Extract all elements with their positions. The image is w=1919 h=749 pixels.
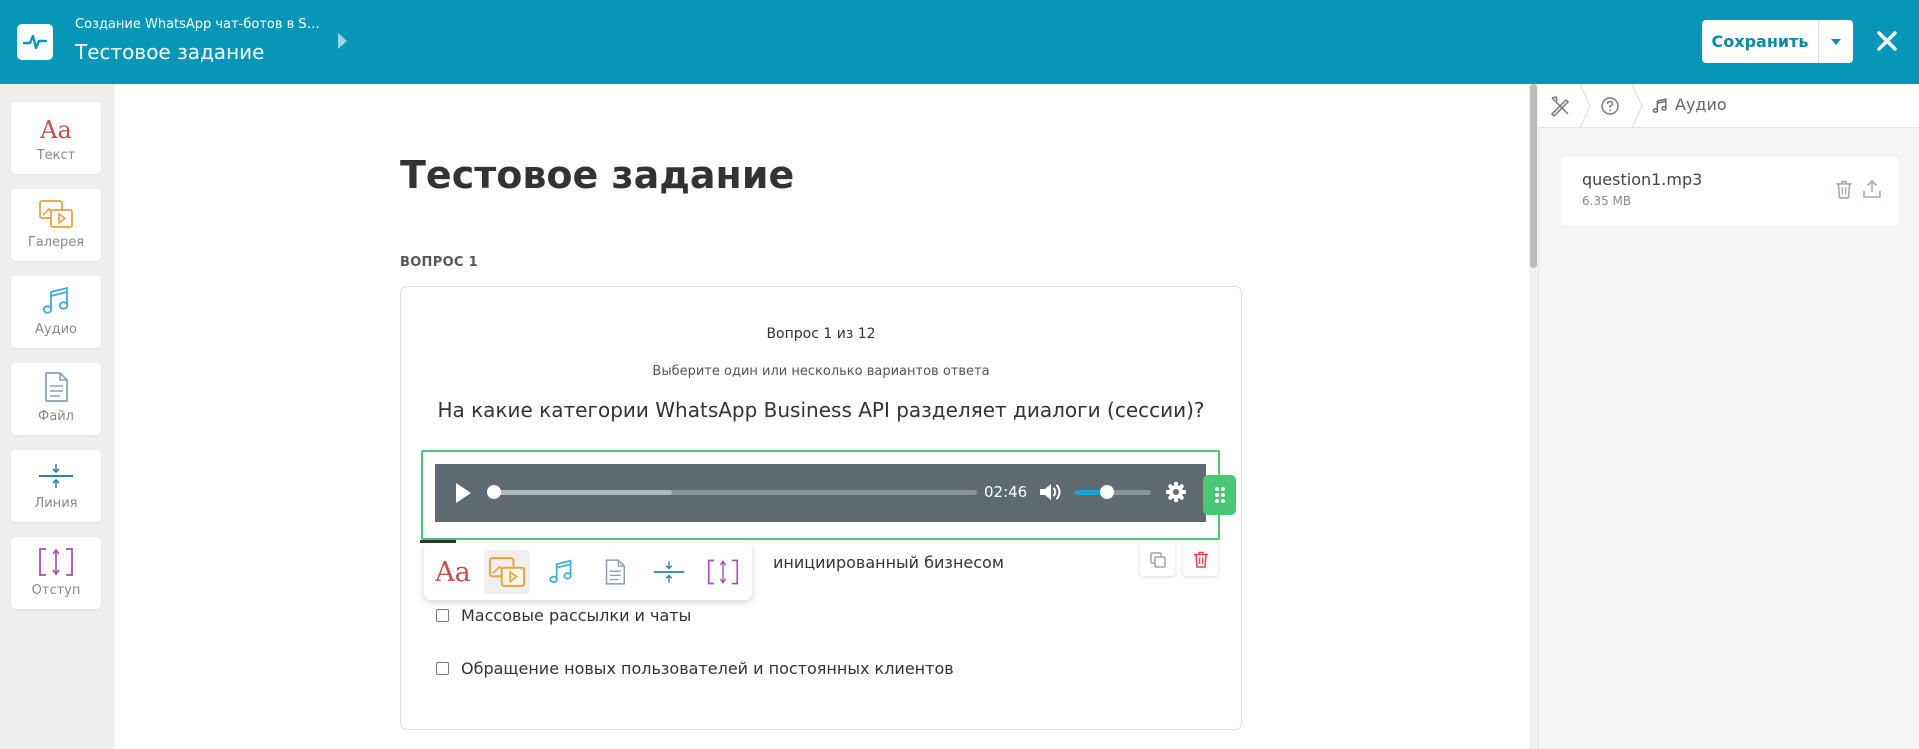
tool-label: Линия [34, 496, 78, 511]
pulse-icon [23, 34, 47, 50]
settings-button[interactable] [1165, 481, 1187, 503]
divider-line-icon [39, 464, 73, 488]
design-tools-icon [1550, 96, 1570, 118]
question-counter: Вопрос 1 из 12 [766, 326, 876, 342]
answer-label: Массовые рассылки и чаты [461, 606, 692, 625]
tab-audio[interactable] [1652, 98, 1668, 118]
save-dropdown-button[interactable] [1819, 20, 1853, 63]
question-text[interactable]: На какие категории WhatsApp Business API… [400, 398, 1242, 422]
spacing-icon [39, 548, 73, 576]
delete-block-button[interactable] [1183, 543, 1218, 576]
tool-text[interactable]: Aa Текст [11, 102, 101, 174]
tab-separator [1631, 84, 1643, 128]
answer-option[interactable]: Массовые рассылки и чаты [436, 606, 691, 625]
answer-label: Обращение новых пользователей и постоянн… [461, 659, 954, 678]
insert-block-menu: Aa [424, 543, 752, 600]
play-icon[interactable] [456, 483, 471, 503]
tab-design[interactable] [1549, 95, 1571, 121]
volume-handle[interactable] [1100, 485, 1114, 499]
breadcrumb-current-title: Тестовое задание [75, 40, 265, 64]
tool-file[interactable]: Файл [11, 363, 101, 435]
top-bar: Создание WhatsApp чат-ботов в Sen... Тес… [0, 0, 1919, 84]
text-aa-icon: Aa [40, 116, 72, 144]
upload-file-button[interactable] [1862, 179, 1882, 203]
answer-option[interactable]: Обращение новых пользователей и постоянн… [436, 659, 954, 678]
app-logo[interactable] [17, 24, 53, 60]
caret-down-icon [1831, 38, 1841, 45]
blocks-toolbox: Aa Текст Галерея Аудио Файл Линия Отступ [0, 84, 115, 749]
canvas-scroll-thumb[interactable] [1530, 84, 1537, 268]
drag-dots-icon [1214, 487, 1225, 503]
seek-handle[interactable] [487, 485, 501, 499]
panel-tabs [1538, 84, 1919, 128]
audio-file-name: question1.mp3 [1582, 170, 1703, 189]
insert-line-button[interactable] [646, 550, 692, 594]
drag-handle[interactable] [1203, 475, 1236, 515]
duplicate-block-button[interactable] [1140, 543, 1175, 576]
tool-label: Текст [36, 148, 76, 163]
player-time: 02:46 [984, 483, 1028, 501]
file-icon [45, 372, 68, 402]
save-button-group: Сохранить [1702, 20, 1853, 63]
divider-line-icon [653, 561, 685, 583]
insert-audio-button[interactable] [538, 550, 584, 594]
seek-buffered [493, 490, 672, 495]
tool-gallery[interactable]: Галерея [11, 189, 101, 261]
gallery-icon [488, 557, 526, 587]
help-circle-icon [1601, 97, 1619, 115]
insert-file-button[interactable] [592, 550, 638, 594]
audio-file-size: 6.35 MB [1582, 194, 1632, 208]
tool-audio[interactable]: Аудио [11, 276, 101, 348]
tool-label: Файл [38, 409, 74, 424]
answer-checkbox[interactable] [436, 662, 449, 675]
tool-label: Галерея [27, 235, 85, 250]
close-icon [1877, 31, 1897, 51]
trash-icon [1836, 180, 1852, 199]
file-icon [605, 559, 626, 585]
insert-text-button[interactable]: Aa [430, 550, 476, 594]
section-label: ВОПРОС 1 [400, 255, 478, 270]
volume-button[interactable] [1037, 480, 1065, 504]
breadcrumb-course[interactable]: Создание WhatsApp чат-ботов в Sen... [75, 17, 325, 32]
save-button[interactable]: Сохранить [1702, 20, 1819, 63]
page-title[interactable]: Тестовое задание [400, 153, 794, 197]
insert-gallery-button[interactable] [484, 550, 530, 594]
copy-icon [1149, 551, 1166, 568]
close-button[interactable] [1872, 22, 1902, 60]
tool-line[interactable]: Линия [11, 450, 101, 522]
tool-label: Аудио [35, 322, 77, 337]
tool-spacing[interactable]: Отступ [11, 537, 101, 609]
tab-separator [1579, 84, 1591, 128]
tab-help[interactable] [1600, 96, 1620, 120]
breadcrumb-arrow-icon[interactable] [338, 33, 347, 49]
volume-icon [1040, 484, 1061, 500]
trash-icon [1193, 551, 1208, 568]
text-aa-icon: Aa [435, 556, 471, 588]
question-hint: Выберите один или несколько вариантов от… [652, 364, 990, 379]
music-note-icon [549, 559, 572, 584]
insert-spacing-button[interactable] [700, 550, 746, 594]
delete-file-button[interactable] [1835, 180, 1853, 203]
answer-checkbox[interactable] [436, 609, 449, 622]
tool-label: Отступ [31, 583, 81, 598]
answer-label: инициированный бизнесом [773, 553, 1004, 572]
upload-icon [1863, 179, 1881, 198]
gear-icon [1166, 482, 1186, 502]
answer-option[interactable]: инициированный бизнесом [773, 553, 1004, 572]
music-note-icon [1652, 98, 1667, 113]
music-note-icon [42, 286, 69, 314]
tab-audio-label[interactable]: Аудио [1675, 95, 1727, 114]
spacing-icon [707, 559, 739, 585]
gallery-icon [39, 200, 73, 228]
